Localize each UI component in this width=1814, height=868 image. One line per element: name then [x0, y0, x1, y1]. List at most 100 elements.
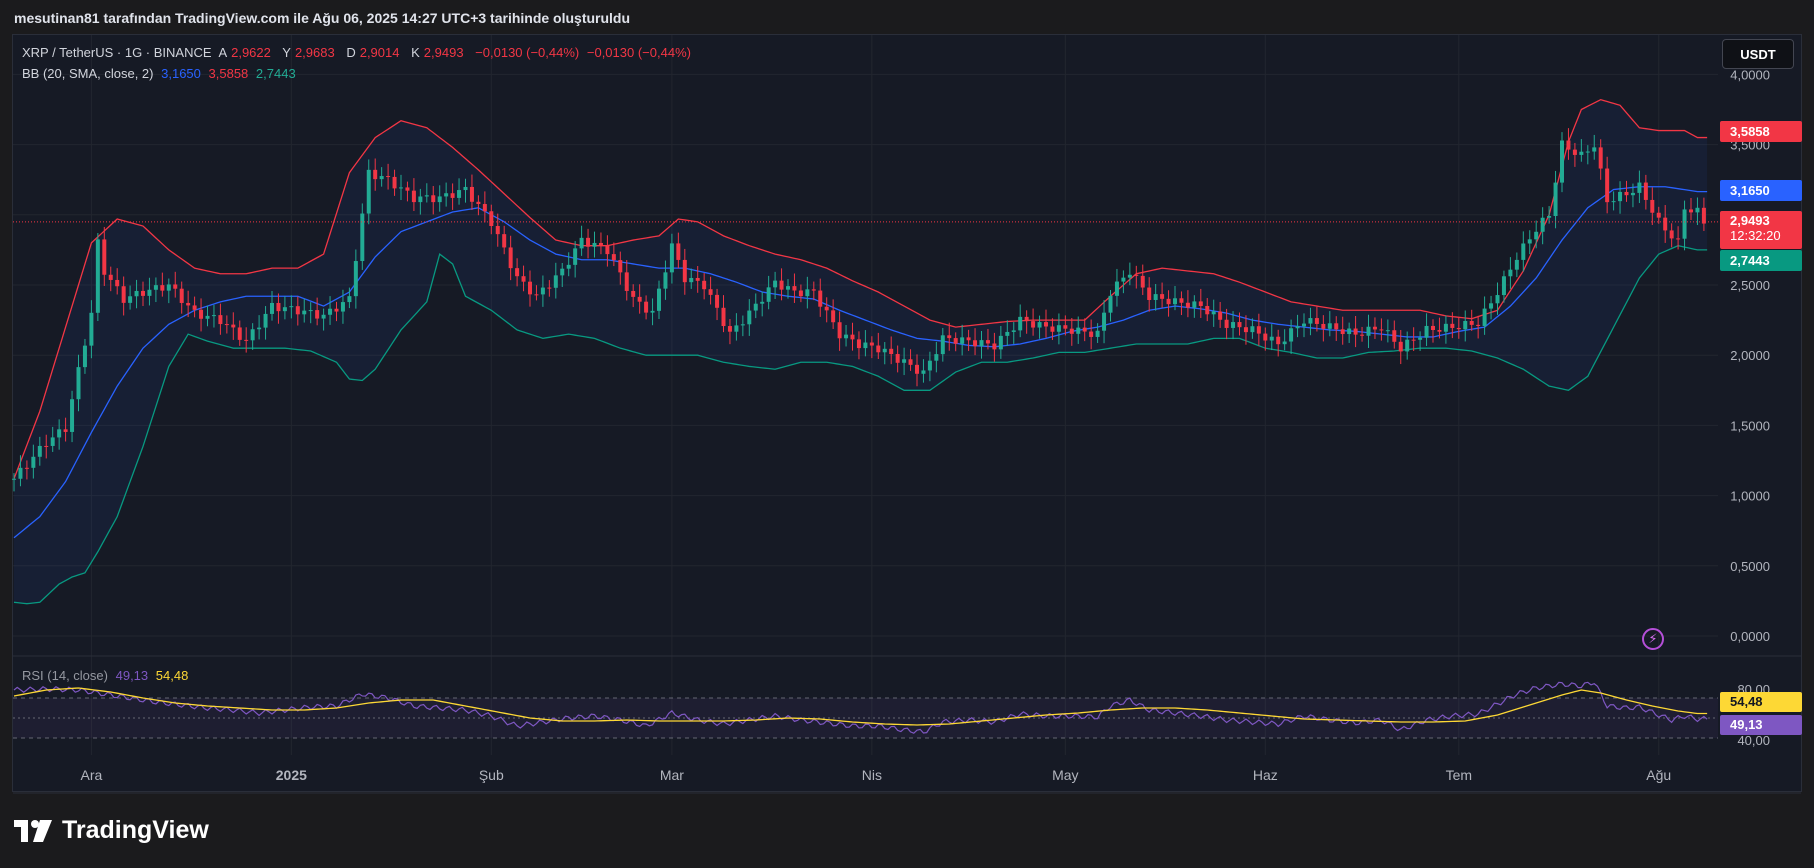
- candle-body: [779, 280, 784, 290]
- flash-icon[interactable]: ⚡: [1642, 628, 1664, 650]
- candle-body: [386, 176, 391, 178]
- candle-body: [1250, 326, 1255, 333]
- candle-body: [263, 313, 268, 328]
- candle-body: [1527, 239, 1532, 244]
- candle-body: [295, 306, 300, 315]
- candle-body: [399, 187, 403, 189]
- candle-body: [1192, 301, 1197, 308]
- candle-body: [1663, 217, 1668, 231]
- candle-body: [534, 294, 539, 296]
- candle-body: [811, 289, 816, 291]
- candle-body: [173, 284, 178, 289]
- candle-body: [644, 301, 649, 313]
- candle-body: [1650, 199, 1655, 213]
- candle-body: [998, 335, 1003, 350]
- candle-body: [805, 289, 810, 297]
- last-price-tag: 2,9493 12:32:20: [1720, 211, 1802, 249]
- candle-body: [1605, 168, 1610, 203]
- candle-body: [1353, 328, 1358, 335]
- candle-body: [134, 290, 139, 297]
- candle-body: [1669, 230, 1674, 239]
- rsi-legend[interactable]: RSI (14, close) 49,13 54,48: [22, 668, 192, 683]
- symbol-label[interactable]: XRP / TetherUS · 1G · BINANCE: [22, 45, 212, 60]
- tradingview-logo[interactable]: TradingView: [14, 816, 209, 845]
- candle-body: [108, 274, 113, 280]
- candle-body: [1501, 276, 1506, 296]
- bb-band-fill: [14, 99, 1708, 604]
- candle-body: [1366, 326, 1371, 336]
- time-axis-label: May: [1052, 767, 1078, 783]
- candle-body: [257, 327, 262, 330]
- rsi-ma-tag: 54,48: [1720, 692, 1802, 712]
- high-label: Y 2,9683: [282, 45, 335, 60]
- low-label: D 2,9014: [346, 45, 400, 60]
- candle-body: [1179, 298, 1184, 303]
- candle-body: [528, 281, 532, 295]
- candle-body: [463, 186, 468, 191]
- candle-body: [482, 204, 487, 212]
- candle-body: [702, 280, 707, 290]
- candle-body: [1063, 325, 1068, 329]
- rsi-axis-label: 40,00: [1737, 733, 1770, 748]
- price-chart[interactable]: 0,00000,50001,00001,50002,00002,50003,00…: [0, 0, 1814, 800]
- candle-body: [315, 310, 320, 319]
- candle-body: [424, 195, 429, 197]
- candle-body: [340, 302, 345, 312]
- candle-body: [1147, 287, 1152, 301]
- candle-body: [160, 285, 165, 291]
- candle-body: [1224, 319, 1229, 328]
- candle-body: [979, 340, 984, 347]
- candle-body: [334, 308, 339, 312]
- candle-body: [869, 342, 874, 346]
- candle-body: [89, 312, 94, 346]
- candle-body: [366, 169, 371, 214]
- candle-body: [689, 277, 694, 283]
- candle-body: [734, 325, 739, 332]
- candle-body: [1153, 294, 1158, 301]
- candle-body: [328, 308, 333, 315]
- candle-body: [153, 285, 158, 290]
- currency-button[interactable]: USDT: [1722, 39, 1794, 69]
- rsi-value: 49,13: [115, 668, 149, 683]
- candle-body: [192, 305, 197, 310]
- candle-body: [927, 360, 932, 371]
- candle-body: [353, 261, 358, 297]
- candle-body: [1585, 151, 1590, 153]
- price-axis-label: 1,5000: [1730, 418, 1770, 433]
- candle-body: [1553, 182, 1558, 216]
- candle-body: [1463, 321, 1468, 330]
- candle-body: [405, 187, 410, 191]
- candle-body: [766, 287, 771, 302]
- candle-body: [1276, 336, 1281, 345]
- candle-body: [1514, 259, 1519, 270]
- bb-label: BB (20, SMA, close, 2): [22, 66, 154, 81]
- candle-body: [1302, 323, 1306, 327]
- candle-body: [411, 190, 416, 203]
- candle-body: [444, 193, 449, 197]
- candle-body: [786, 286, 790, 290]
- candle-body: [502, 234, 507, 248]
- candle-body: [1424, 325, 1429, 338]
- candle-body: [895, 354, 900, 363]
- candle-body: [44, 445, 49, 447]
- candle-body: [1495, 295, 1500, 304]
- candle-body: [1385, 330, 1390, 332]
- candle-body: [147, 289, 152, 296]
- candle-body: [1431, 325, 1435, 331]
- candle-body: [747, 310, 752, 325]
- candle-body: [50, 437, 55, 446]
- time-axis-label: Ara: [81, 767, 103, 783]
- candle-body: [1411, 339, 1416, 341]
- candle-body: [1295, 326, 1300, 329]
- candle-body: [1676, 238, 1681, 240]
- candle-body: [740, 324, 745, 326]
- candle-body: [592, 242, 597, 247]
- candle-body: [586, 237, 591, 247]
- candle-body: [1476, 324, 1481, 326]
- bb-legend[interactable]: BB (20, SMA, close, 2) 3,1650 3,5858 2,7…: [22, 66, 300, 81]
- rsi-label: RSI (14, close): [22, 668, 108, 683]
- candle-body: [1630, 192, 1635, 196]
- candle-body: [605, 245, 610, 255]
- candle-body: [1418, 337, 1423, 340]
- candle-body: [831, 310, 836, 323]
